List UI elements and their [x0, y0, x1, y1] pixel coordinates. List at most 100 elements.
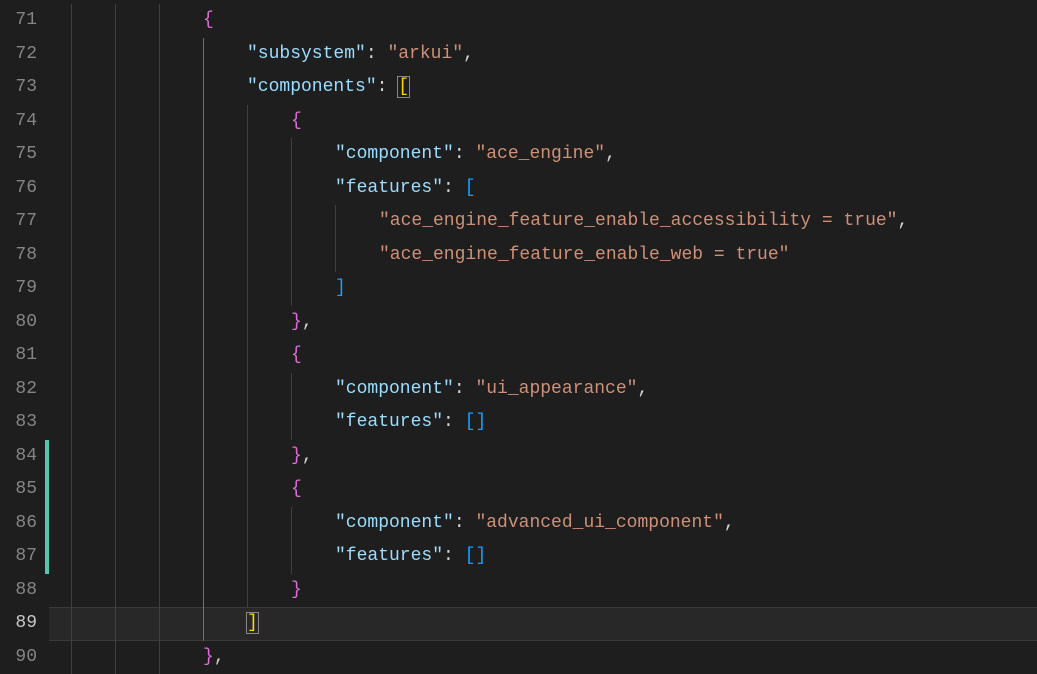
token-key: "component"	[335, 144, 454, 164]
token-brace: {	[291, 111, 302, 131]
code-text: "components": [	[49, 77, 409, 97]
code-text: {	[49, 345, 302, 365]
line-number[interactable]: 75	[0, 138, 45, 172]
line-number[interactable]: 81	[0, 339, 45, 373]
code-line[interactable]: "subsystem": "arkui",	[49, 38, 1037, 72]
token-key: "features"	[335, 546, 443, 566]
line-number-gutter[interactable]: 7172737475767778798081828384858687888990	[0, 0, 45, 636]
code-text: "ace_engine_feature_enable_accessibility…	[49, 211, 908, 231]
line-number[interactable]: 86	[0, 507, 45, 541]
token-punct: ,	[724, 513, 735, 533]
code-line[interactable]: {	[49, 339, 1037, 373]
line-number[interactable]: 83	[0, 406, 45, 440]
line-number[interactable]: 87	[0, 540, 45, 574]
token-brace: }	[203, 647, 214, 667]
code-text: },	[49, 446, 313, 466]
token-punct: :	[443, 412, 465, 432]
line-number[interactable]: 84	[0, 440, 45, 474]
token-punct: :	[454, 144, 476, 164]
token-punct: ,	[897, 211, 908, 231]
line-number[interactable]: 88	[0, 574, 45, 608]
code-text: },	[49, 647, 225, 667]
code-text: "component": "ace_engine",	[49, 144, 616, 164]
token-key: "components"	[247, 77, 377, 97]
line-number[interactable]: 82	[0, 373, 45, 407]
token-punct: :	[443, 546, 465, 566]
token-string: "ace_engine_feature_enable_web = true"	[379, 245, 789, 265]
code-line[interactable]: "features": []	[49, 540, 1037, 574]
code-editor[interactable]: 7172737475767778798081828384858687888990…	[0, 0, 1037, 636]
token-brace-blue: ]	[475, 546, 486, 566]
token-brace: }	[291, 312, 302, 332]
code-line[interactable]: ]	[49, 607, 1037, 641]
code-line[interactable]: "component": "ace_engine",	[49, 138, 1037, 172]
token-string: "advanced_ui_component"	[475, 513, 723, 533]
code-text: "component": "ui_appearance",	[49, 379, 648, 399]
line-number[interactable]: 76	[0, 172, 45, 206]
line-number[interactable]: 71	[0, 4, 45, 38]
token-key: "features"	[335, 178, 443, 198]
token-punct: :	[454, 513, 476, 533]
code-text: },	[49, 312, 313, 332]
code-line[interactable]: "component": "advanced_ui_component",	[49, 507, 1037, 541]
code-line[interactable]: "components": [	[49, 71, 1037, 105]
token-brace-yellow: ]	[246, 612, 259, 634]
token-punct: ,	[214, 647, 225, 667]
code-text: "features": []	[49, 546, 486, 566]
token-brace: }	[291, 580, 302, 600]
code-line[interactable]: {	[49, 105, 1037, 139]
token-brace-blue: ]	[335, 278, 346, 298]
line-number[interactable]: 80	[0, 306, 45, 340]
line-number[interactable]: 77	[0, 205, 45, 239]
token-punct: ,	[605, 144, 616, 164]
token-punct: ,	[302, 312, 313, 332]
code-text: {	[49, 10, 214, 30]
token-punct: ,	[463, 44, 474, 64]
code-text: "component": "advanced_ui_component",	[49, 513, 735, 533]
code-line[interactable]: ]	[49, 272, 1037, 306]
token-brace: {	[291, 345, 302, 365]
token-string: "ace_engine"	[475, 144, 605, 164]
code-line[interactable]: "ace_engine_feature_enable_accessibility…	[49, 205, 1037, 239]
line-number[interactable]: 72	[0, 38, 45, 72]
code-line[interactable]: {	[49, 473, 1037, 507]
code-line[interactable]: }	[49, 574, 1037, 608]
code-line[interactable]: },	[49, 641, 1037, 674]
token-string: "arkui"	[387, 44, 463, 64]
code-line[interactable]: },	[49, 306, 1037, 340]
line-number[interactable]: 74	[0, 105, 45, 139]
line-number[interactable]: 90	[0, 641, 45, 674]
line-number[interactable]: 89	[0, 607, 45, 641]
line-number[interactable]: 78	[0, 239, 45, 273]
token-brace-yellow: [	[397, 76, 410, 98]
code-text: "features": []	[49, 412, 486, 432]
token-brace-blue: ]	[475, 412, 486, 432]
code-line[interactable]: "component": "ui_appearance",	[49, 373, 1037, 407]
code-text: "features": [	[49, 178, 475, 198]
code-text: ]	[49, 278, 346, 298]
code-text: ]	[49, 613, 258, 633]
code-line[interactable]: {	[49, 4, 1037, 38]
code-text: {	[49, 111, 302, 131]
token-brace-blue: [	[465, 178, 476, 198]
code-line[interactable]: "features": []	[49, 406, 1037, 440]
token-key: "features"	[335, 412, 443, 432]
token-punct: :	[443, 178, 465, 198]
token-key: "component"	[335, 513, 454, 533]
line-number[interactable]: 73	[0, 71, 45, 105]
token-key: "component"	[335, 379, 454, 399]
token-brace-blue: [	[465, 546, 476, 566]
line-number[interactable]: 79	[0, 272, 45, 306]
code-line[interactable]: },	[49, 440, 1037, 474]
token-brace: }	[291, 446, 302, 466]
token-brace-blue: [	[465, 412, 476, 432]
token-string: "ace_engine_feature_enable_accessibility…	[379, 211, 897, 231]
token-punct: :	[377, 77, 399, 97]
token-brace: {	[203, 10, 214, 30]
line-number[interactable]: 85	[0, 473, 45, 507]
token-brace: {	[291, 479, 302, 499]
token-punct: :	[454, 379, 476, 399]
code-content-area[interactable]: { "subsystem": "arkui", "components": [ { "c…	[49, 0, 1037, 636]
code-line[interactable]: "ace_engine_feature_enable_web = true"	[49, 239, 1037, 273]
code-line[interactable]: "features": [	[49, 172, 1037, 206]
